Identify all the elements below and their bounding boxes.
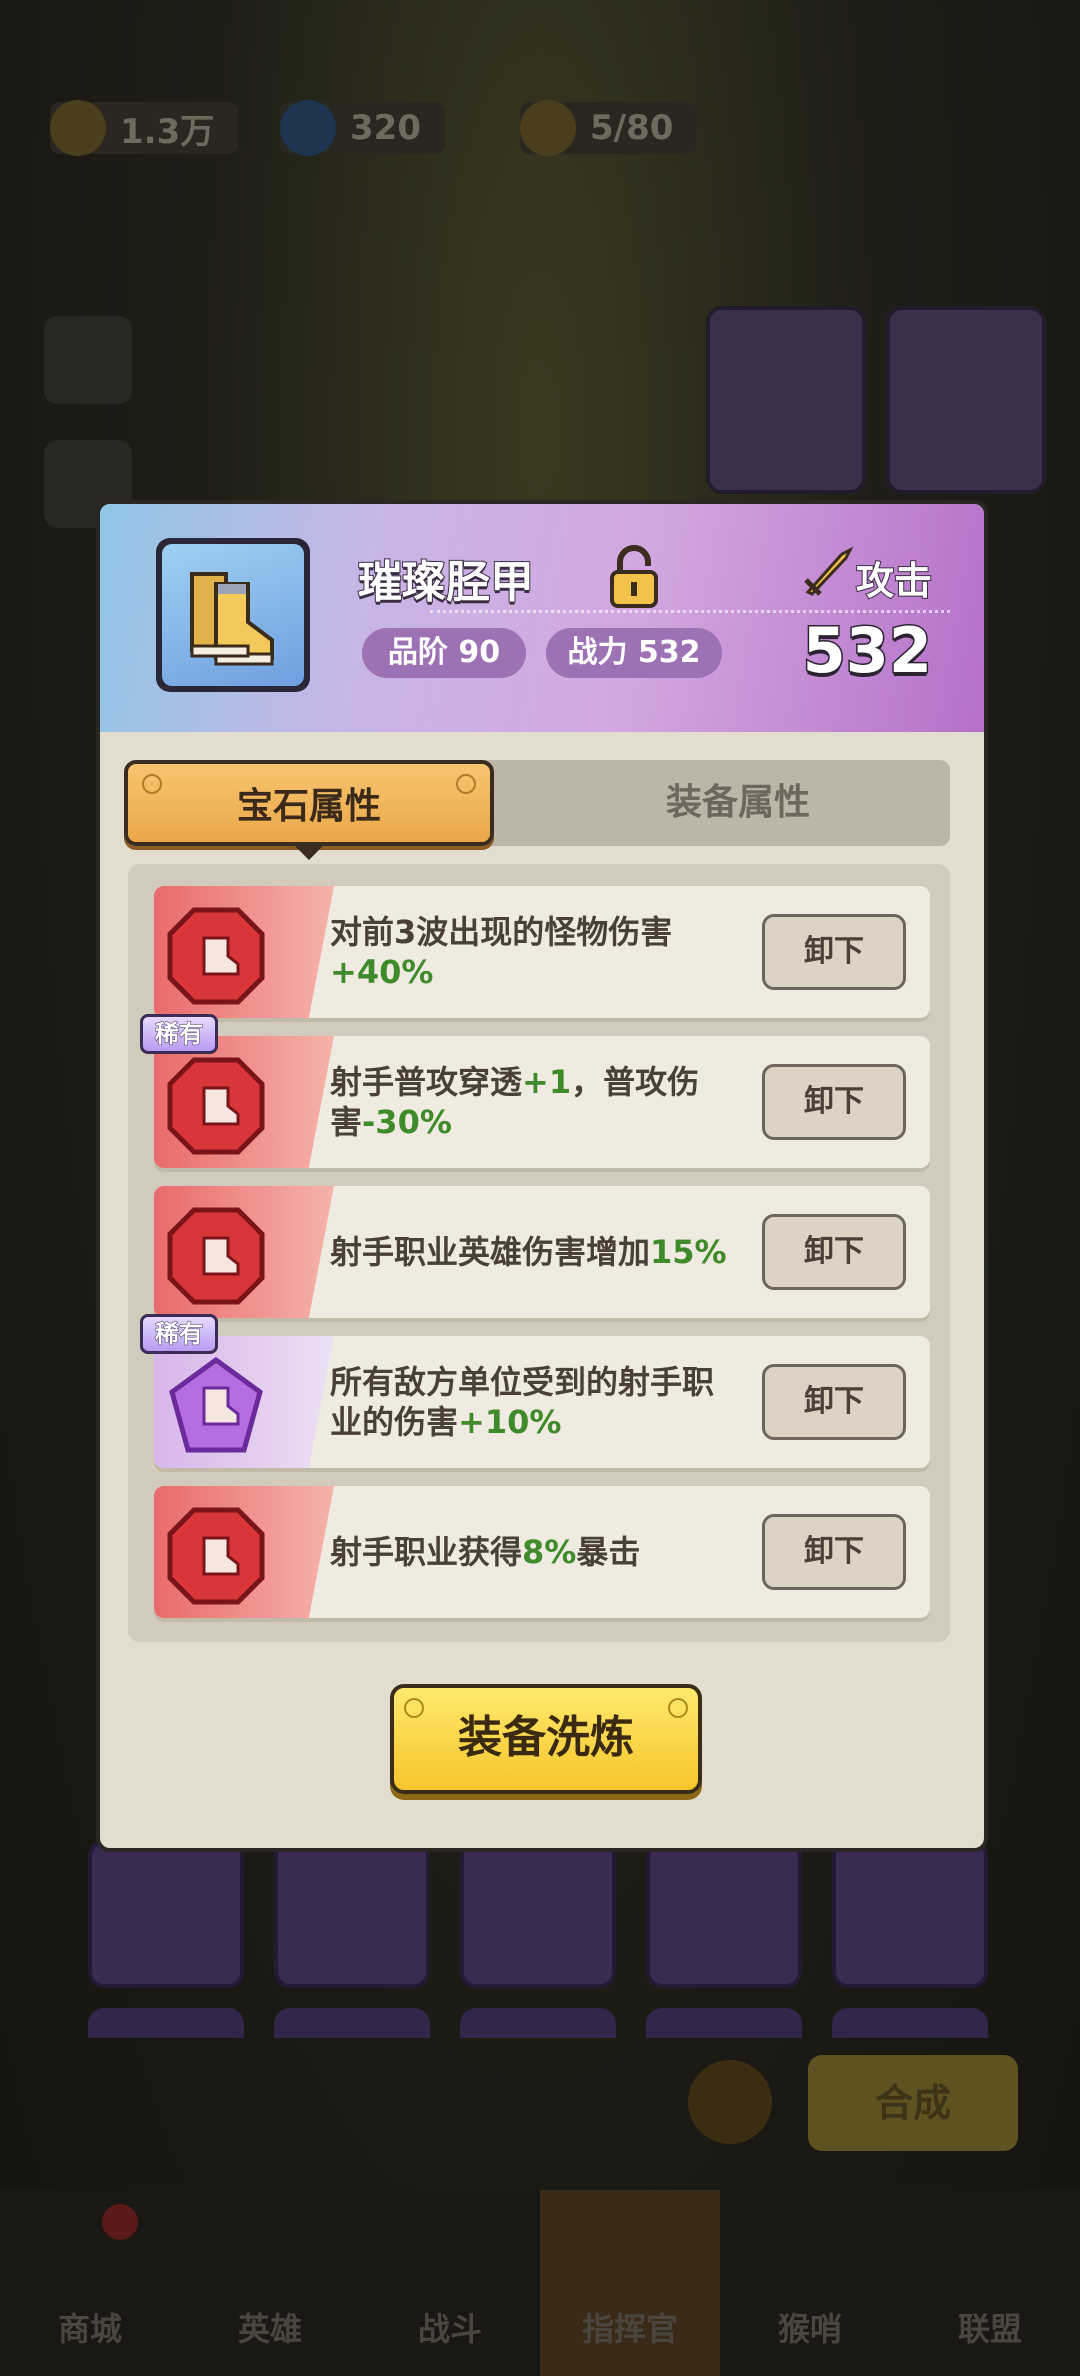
item-header: 璀璨胫甲 品阶 90 战力 532 攻击 532 <box>100 504 984 732</box>
gem-effect-text: 对前3波出现的怪物伤害+40% <box>330 913 673 991</box>
rare-badge: 稀有 <box>140 1014 218 1054</box>
energy-value: 5/80 <box>590 108 674 148</box>
diamond-value: 320 <box>350 108 421 148</box>
inventory-gem[interactable] <box>274 1840 430 1988</box>
equipment-card[interactable] <box>706 306 866 494</box>
inventory-gem[interactable] <box>88 1840 244 1988</box>
purple-gem-icon <box>169 1356 263 1453</box>
gem-effect-text: 射手职业英雄伤害增加15% <box>330 1233 727 1271</box>
gem-row: 射手职业英雄伤害增加15% 卸下 <box>154 1186 930 1318</box>
gem-list: 对前3波出现的怪物伤害+40% 卸下 射手普攻穿透+1，普攻伤害-30% 卸下 射手职业… <box>128 864 950 1642</box>
notification-badge <box>102 2204 138 2240</box>
coin-icon <box>50 100 106 156</box>
power-pill: 战力 532 <box>546 628 722 678</box>
stat-name: 攻击 <box>855 558 933 604</box>
header-divider <box>430 610 950 613</box>
nav-tab-battle[interactable]: 战斗 <box>360 2190 540 2376</box>
refine-button-label: 装备洗炼 <box>458 1712 634 1763</box>
sword-icon <box>804 546 854 596</box>
diamond-resource[interactable]: 320 <box>280 96 445 160</box>
gem-row: 射手普攻穿透+1，普攻伤害-30% 卸下 <box>154 1036 930 1168</box>
unequip-gem-button[interactable]: 卸下 <box>762 1514 906 1590</box>
unequip-gem-button[interactable]: 卸下 <box>762 1064 906 1140</box>
unequip-gem-button[interactable]: 卸下 <box>762 914 906 990</box>
attribute-tabs: 装备属性 宝石属性 <box>124 760 950 846</box>
red-gem-icon <box>167 1057 265 1155</box>
equipment-card[interactable] <box>886 306 1046 494</box>
nav-tab-commander[interactable]: 指挥官 <box>540 2190 720 2376</box>
gem-row: 所有敌方单位受到的射手职业的伤害+10% 卸下 <box>154 1336 930 1468</box>
nav-tab-outpost[interactable]: 猴哨 <box>720 2190 900 2376</box>
gem-inventory-row <box>88 1840 988 1988</box>
grade-pill: 品阶 90 <box>362 628 526 678</box>
diamond-icon <box>280 100 336 156</box>
coin-value: 1.3万 <box>120 111 215 152</box>
boots-icon <box>190 572 274 666</box>
stat-value: 532 <box>801 613 933 689</box>
resource-bar: 1.3万 320 5/80 <box>50 96 710 160</box>
gem-effect-text: 射手职业获得8%暴击 <box>330 1533 641 1571</box>
gem-effect-text: 所有敌方单位受到的射手职业的伤害+10% <box>330 1363 715 1441</box>
gem-effect-text: 射手普攻穿透+1，普攻伤害-30% <box>330 1063 700 1141</box>
inventory-gem[interactable] <box>646 1840 802 1988</box>
coin-resource[interactable]: 1.3万 <box>50 96 239 160</box>
energy-icon <box>520 100 576 156</box>
unequip-gem-button[interactable]: 卸下 <box>762 1214 906 1290</box>
refine-equipment-button[interactable]: 装备洗炼 <box>390 1684 702 1794</box>
inventory-gem[interactable] <box>832 1840 988 1988</box>
red-gem-icon <box>167 1207 265 1305</box>
tab-equipment-attributes[interactable]: 装备属性 <box>528 760 948 846</box>
unlock-icon[interactable] <box>608 544 660 610</box>
compose-button[interactable]: 合成 <box>808 2055 1018 2151</box>
filter-button[interactable] <box>688 2060 772 2144</box>
bottom-nav: 商城 英雄 战斗 指挥官 猴哨 联盟 <box>0 2190 1080 2376</box>
nav-tab-heroes[interactable]: 英雄 <box>180 2190 360 2376</box>
red-gem-icon <box>167 907 265 1005</box>
tab-gem-attributes[interactable]: 宝石属性 <box>124 760 494 846</box>
gem-inventory-row <box>88 2008 988 2038</box>
energy-resource[interactable]: 5/80 <box>520 96 698 160</box>
item-icon-frame <box>156 538 310 692</box>
gem-row: 射手职业获得8%暴击 卸下 <box>154 1486 930 1618</box>
gem-attribute-dialog: 璀璨胫甲 品阶 90 战力 532 攻击 532 装备属性 宝石属性 对前3波出… <box>96 500 988 1852</box>
gem-row: 对前3波出现的怪物伤害+40% 卸下 <box>154 886 930 1018</box>
nav-tab-shop[interactable]: 商城 <box>0 2190 180 2376</box>
nav-tab-alliance[interactable]: 联盟 <box>900 2190 1080 2376</box>
inventory-gem[interactable] <box>460 1840 616 1988</box>
tab-gem-attributes-label: 宝石属性 <box>236 786 381 827</box>
rare-badge: 稀有 <box>140 1314 218 1354</box>
side-button[interactable] <box>44 316 132 404</box>
item-name: 璀璨胫甲 <box>357 556 535 609</box>
red-gem-icon <box>167 1507 265 1605</box>
unequip-gem-button[interactable]: 卸下 <box>762 1364 906 1440</box>
